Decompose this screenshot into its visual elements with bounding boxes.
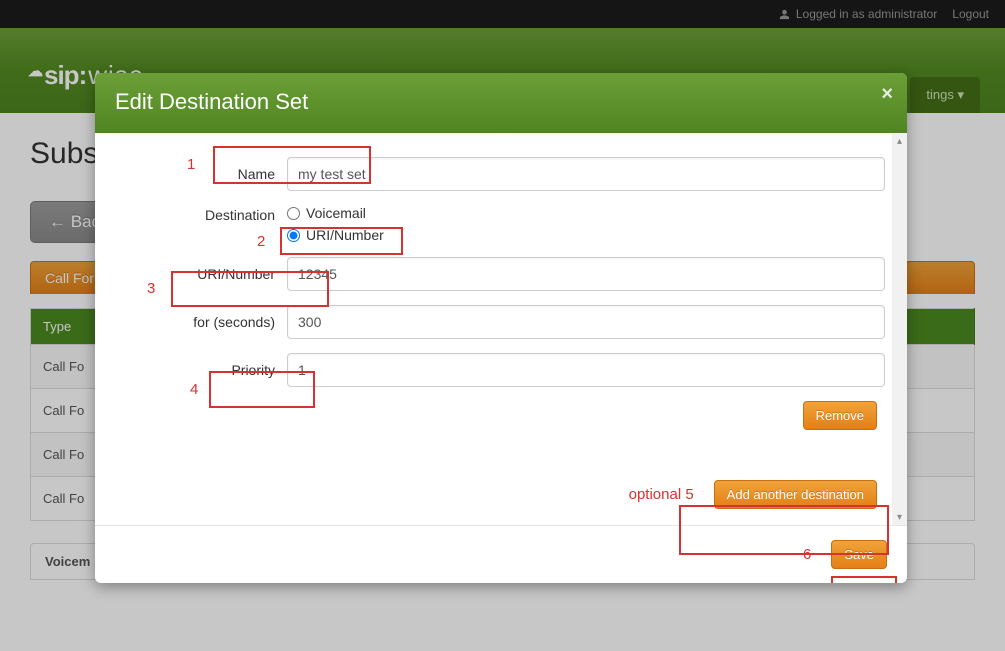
- optional-5-label: optional 5: [629, 486, 694, 503]
- radio-voicemail[interactable]: Voicemail: [287, 205, 384, 221]
- modal-title: Edit Destination Set: [115, 89, 308, 114]
- label-for: for (seconds): [117, 314, 275, 330]
- close-icon[interactable]: ×: [881, 83, 893, 106]
- radio-uri-input[interactable]: [287, 229, 300, 242]
- scroll-up-icon[interactable]: ▴: [892, 133, 907, 149]
- modal-header: Edit Destination Set ×: [95, 73, 907, 133]
- step-6-label: 6: [803, 546, 811, 563]
- label-name: Name: [117, 166, 275, 182]
- modal-body: Name Destination Voicemail URI/Number: [95, 133, 907, 525]
- radio-uri[interactable]: URI/Number: [287, 227, 384, 243]
- priority-field[interactable]: [287, 353, 885, 387]
- modal-footer: 6 Save: [95, 525, 907, 583]
- label-destination: Destination: [117, 205, 275, 223]
- uri-field[interactable]: [287, 257, 885, 291]
- label-priority: Priority: [117, 362, 275, 378]
- modal-scrollbar[interactable]: ▴ ▾: [892, 133, 907, 525]
- scroll-down-icon[interactable]: ▾: [892, 509, 907, 525]
- edit-destination-set-modal: Edit Destination Set × Name Destination …: [95, 73, 907, 583]
- label-uri: URI/Number: [117, 266, 275, 282]
- save-button[interactable]: Save: [831, 540, 887, 569]
- add-another-destination-button[interactable]: Add another destination: [714, 480, 877, 509]
- radio-voicemail-input[interactable]: [287, 207, 300, 220]
- for-seconds-field[interactable]: [287, 305, 885, 339]
- remove-button[interactable]: Remove: [803, 401, 877, 430]
- name-field[interactable]: [287, 157, 885, 191]
